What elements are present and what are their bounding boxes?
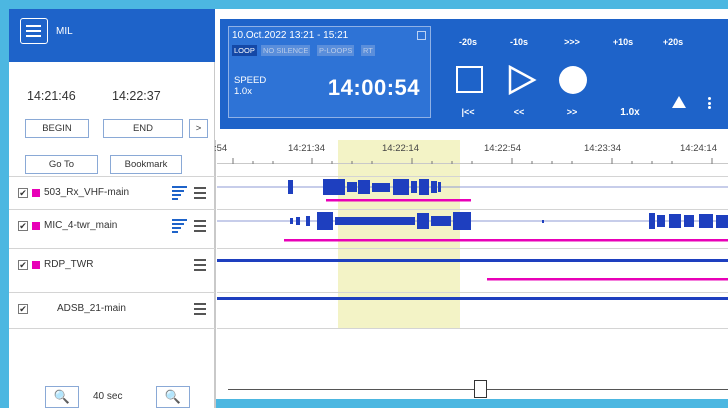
player-info-box: 10.Oct.2022 13:21 - 15:21 LOOP NO SILENC… <box>228 26 431 118</box>
channel-menu-icon[interactable] <box>194 187 206 199</box>
tag-rt[interactable]: RT <box>361 45 375 56</box>
tick-label: 14:22:54 <box>484 143 521 154</box>
goto-button[interactable]: Go To <box>25 155 98 174</box>
filter-icon[interactable] <box>172 185 187 201</box>
jump-forward-10-button[interactable]: +10s <box>603 37 643 47</box>
player-panel: 10.Oct.2022 13:21 - 15:21 LOOP NO SILENC… <box>220 19 728 129</box>
channel-color-marker <box>32 189 40 197</box>
track-lane[interactable] <box>217 209 728 242</box>
zoom-in-icon: 🔍 <box>53 389 71 404</box>
expand-checkbox[interactable] <box>417 31 426 40</box>
next-button[interactable]: > <box>189 119 208 138</box>
channel-checkbox[interactable]: ✔ <box>18 260 28 270</box>
timeline-bottom-border <box>217 328 728 329</box>
tag-p-loops[interactable]: P-LOOPS <box>317 45 355 56</box>
end-button[interactable]: END <box>103 119 183 138</box>
filter-icon[interactable] <box>172 218 187 234</box>
menu-label: MIL <box>56 26 73 37</box>
bookmark-button[interactable]: Bookmark <box>110 155 182 174</box>
more-options-icon[interactable] <box>708 97 711 109</box>
hamburger-menu-icon[interactable] <box>20 18 48 44</box>
zoom-level: 40 sec <box>93 391 123 402</box>
waveform-track <box>217 212 728 242</box>
tick-label: 14:23:34 <box>584 143 621 154</box>
timeline-left-border <box>215 140 216 408</box>
time-ruler[interactable]: :54 14:21:34 14:22:14 14:22:54 14:23:34 … <box>214 140 728 164</box>
date-range: 10.Oct.2022 13:21 - 15:21 <box>232 30 349 41</box>
jump-back-20-button[interactable]: -20s <box>448 37 488 47</box>
channel-menu-icon[interactable] <box>194 220 206 232</box>
channel-menu-icon[interactable] <box>194 303 206 315</box>
tick-label: 14:22:14 <box>382 143 419 154</box>
waveform-track <box>217 259 728 281</box>
eject-icon[interactable] <box>672 96 686 108</box>
record-icon[interactable] <box>559 66 587 94</box>
divider <box>9 328 215 329</box>
current-time: 14:00:54 <box>327 75 420 100</box>
channel-row[interactable]: ✔ 503_Rx_VHF-main <box>9 176 215 209</box>
forward-button[interactable]: >> <box>552 107 592 117</box>
tag-no-silence[interactable]: NO SILENCE <box>261 45 311 56</box>
range-end-time: 14:22:37 <box>112 89 161 103</box>
speed-label: SPEED 1.0x <box>234 75 267 97</box>
channel-color-marker <box>32 222 40 230</box>
tick-label: 14:24:14 <box>680 143 717 154</box>
rewind-button[interactable]: << <box>499 107 539 117</box>
timeline-scroll-handle[interactable] <box>474 380 487 398</box>
waveform-track <box>217 179 728 202</box>
fast-forward-button[interactable]: >>> <box>552 37 592 47</box>
channel-name: 503_Rx_VHF-main <box>44 187 130 198</box>
track-lane[interactable] <box>217 176 728 209</box>
zoom-out-button[interactable]: 🔍 <box>156 386 190 408</box>
channel-row[interactable]: ✔ MIC_4-twr_main <box>9 209 215 242</box>
stop-icon[interactable] <box>456 66 483 93</box>
channel-name: RDP_TWR <box>44 259 94 270</box>
tag-loop[interactable]: LOOP <box>232 45 257 56</box>
range-start-time: 14:21:46 <box>27 89 76 103</box>
channel-row[interactable]: ✔ ADSB_21-main <box>9 292 215 325</box>
channel-name: ADSB_21-main <box>57 303 126 314</box>
channel-row[interactable]: ✔ RDP_TWR <box>9 248 215 281</box>
channel-checkbox[interactable]: ✔ <box>18 221 28 231</box>
channel-color-marker <box>32 261 40 269</box>
tick-label: :54 <box>214 143 228 154</box>
begin-button[interactable]: BEGIN <box>25 119 89 138</box>
channel-menu-icon[interactable] <box>194 259 206 271</box>
zoom-out-icon: 🔍 <box>164 389 182 404</box>
left-panel: MIL 14:21:46 14:22:37 BEGIN END > Go To … <box>9 9 215 408</box>
playback-speed[interactable]: 1.0x <box>610 107 650 118</box>
menu-bar: MIL <box>9 9 215 62</box>
channel-name: MIC_4-twr_main <box>44 220 118 231</box>
jump-back-10-button[interactable]: -10s <box>499 37 539 47</box>
jump-forward-20-button[interactable]: +20s <box>653 37 693 47</box>
tick-label: 14:21:34 <box>288 143 325 154</box>
track-lane[interactable] <box>217 248 728 281</box>
channel-checkbox[interactable]: ✔ <box>18 304 28 314</box>
ruler-ticks <box>232 158 713 164</box>
track-lane[interactable] <box>217 292 728 325</box>
zoom-in-button[interactable]: 🔍 <box>45 386 79 408</box>
channel-checkbox[interactable]: ✔ <box>18 188 28 198</box>
go-to-start-button[interactable]: |<< <box>448 107 488 117</box>
play-icon[interactable] <box>507 65 537 95</box>
waveform-track <box>217 297 728 300</box>
